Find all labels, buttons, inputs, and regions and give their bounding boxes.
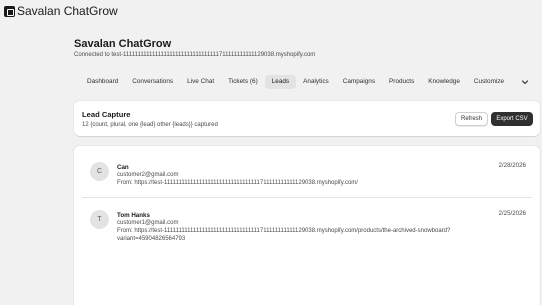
lead-email: customer1@gmail.com [117,220,179,226]
avatar: C [90,162,109,181]
chevron-down-icon[interactable] [521,78,529,88]
page-subtitle: Connected to test-1111111111111111111111… [74,52,316,58]
tab-customize[interactable]: Customize [467,75,511,89]
tab-knowledge[interactable]: Knowledge [421,75,467,89]
lead-name: Can [117,164,129,171]
app-name: Savalan ChatGrow [17,4,118,18]
leads-list-card: C Can customer2@gmail.com From: https://… [74,146,540,305]
lead-capture-title: Lead Capture [82,110,131,119]
tab-tickets[interactable]: Tickets (6) [221,75,265,89]
tab-campaigns[interactable]: Campaigns [336,75,382,89]
avatar: T [90,210,109,229]
list-item[interactable]: C Can customer2@gmail.com From: https://… [82,156,532,198]
app-logo-icon [4,6,15,17]
tab-dashboard[interactable]: Dashboard [80,75,125,89]
tab-leads[interactable]: Leads [264,75,297,89]
tab-products[interactable]: Products [382,75,421,89]
tab-analytics[interactable]: Analytics [296,75,336,89]
tab-conversations[interactable]: Conversations [125,75,180,89]
lead-capture-card: Lead Capture 12 {count, plural, one {lea… [74,101,540,136]
app-topbar: Savalan ChatGrow [0,0,542,24]
tab-bar: Dashboard Conversations Live Chat Ticket… [80,75,511,89]
lead-date: 2/25/2026 [498,210,526,217]
list-item[interactable]: T Tom Hanks customer1@gmail.com From: ht… [82,204,532,264]
page-title: Savalan ChatGrow [74,38,172,50]
lead-name: Tom Hanks [117,212,150,219]
tab-live-chat[interactable]: Live Chat [180,75,221,89]
lead-email: customer2@gmail.com [117,172,179,178]
lead-date: 2/28/2026 [498,162,526,169]
lead-source-url: From: https://test-111111111111111111111… [117,228,451,242]
refresh-button[interactable]: Refresh [455,112,488,126]
export-csv-button[interactable]: Export CSV [491,112,533,126]
lead-capture-count: 12 {count, plural, one {lead} other {lea… [82,122,218,128]
lead-source-url: From: https://test-111111111111111111111… [117,180,358,186]
